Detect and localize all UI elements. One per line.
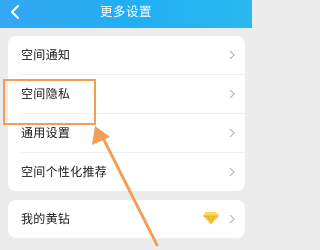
yellow-diamond-card: 我的黄钻 [8, 200, 245, 238]
settings-item-label: 我的黄钻 [21, 212, 71, 226]
settings-item-personalized-recommendation[interactable]: 空间个性化推荐 [8, 153, 245, 191]
settings-item-label: 空间通知 [21, 48, 71, 62]
settings-item-label: 通用设置 [21, 126, 71, 140]
chevron-right-icon [229, 167, 235, 177]
chevron-right-icon [229, 89, 235, 99]
page-title: 更多设置 [99, 4, 152, 19]
top-bar: 更多设置 [0, 0, 252, 28]
settings-item-space-notification[interactable]: 空间通知 [8, 36, 245, 74]
settings-item-my-yellow-diamond[interactable]: 我的黄钻 [8, 200, 245, 238]
chevron-right-icon [229, 128, 235, 138]
highlight-box [3, 79, 96, 125]
settings-item-label: 空间个性化推荐 [21, 165, 108, 179]
chevron-right-icon [229, 214, 235, 224]
yellow-diamond-icon [203, 212, 219, 224]
chevron-right-icon [229, 50, 235, 60]
